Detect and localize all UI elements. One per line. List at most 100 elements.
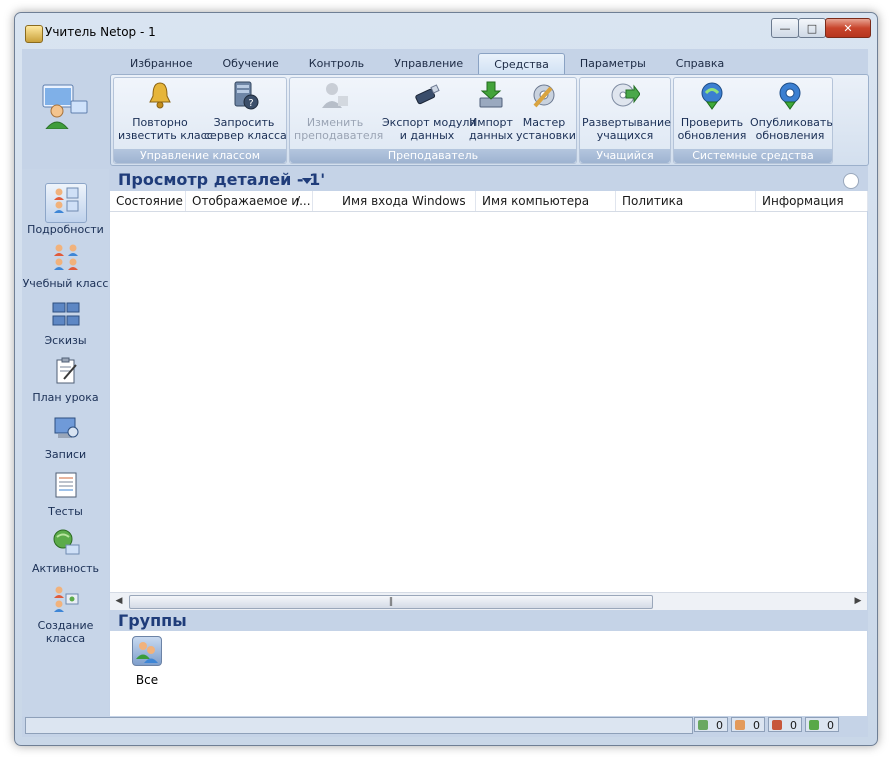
change-teacher-line2: преподавателя — [294, 129, 384, 142]
deploy-students-button[interactable]: Развертывание учащихся — [582, 80, 671, 142]
sidebar-item-details[interactable]: Подробности — [22, 183, 109, 236]
tab-tools[interactable]: Средства — [478, 53, 565, 76]
group-label-teacher: Преподаватель — [290, 149, 576, 163]
status-bar: 0 0 0 0 — [22, 716, 868, 734]
tab-favorites[interactable]: Избранное — [115, 53, 207, 75]
renotify-line1: Повторно — [132, 116, 188, 129]
column-display-name[interactable]: Отображаемое и... / — [186, 191, 313, 211]
sort-indicator-icon: / — [295, 194, 300, 208]
tab-help[interactable]: Справка — [661, 53, 739, 75]
import-data-button[interactable]: Импорт данных — [468, 80, 514, 142]
query-server-line2: сервер класса — [204, 129, 287, 142]
close-button[interactable]: ✕ — [825, 18, 871, 38]
minimize-button[interactable]: — — [771, 18, 799, 38]
check-updates-line2: обновления — [677, 129, 747, 142]
main-panel: Просмотр деталей - 1' Состояние Отобража… — [110, 169, 868, 725]
deploy-students-line1: Развертывание — [582, 116, 671, 129]
raised-hand-icon — [772, 720, 782, 730]
group-label-system-tools: Системные средства — [674, 149, 832, 163]
check-updates-line1: Проверить — [680, 116, 744, 129]
sidebar-label-lesson-plan: План урока — [32, 391, 99, 404]
publish-updates-button[interactable]: Опубликовать обновления — [750, 80, 833, 142]
svg-text:?: ? — [248, 98, 253, 109]
netop-app-icon — [25, 25, 43, 43]
deploy-students-line2: учащихся — [596, 129, 654, 142]
setup-wizard-line1: Мастер — [522, 116, 566, 129]
recordings-icon — [54, 417, 78, 438]
students-icon — [735, 720, 745, 730]
renotify-line2: известить класс — [118, 129, 213, 142]
renotify-class-button[interactable]: Повторно известить класс — [118, 80, 213, 142]
setup-wizard-button[interactable]: Мастер установки — [516, 80, 576, 142]
sidebar-item-tests[interactable]: Тесты — [22, 471, 109, 518]
group-label-all: Все — [135, 673, 159, 687]
view-dropdown-icon[interactable] — [302, 178, 312, 184]
sidebar-label-classroom: Учебный класс — [22, 277, 109, 290]
client-area: Избранное Обучение Контроль Управление С… — [22, 49, 869, 737]
sidebar-item-create-class[interactable]: Создание класса — [22, 585, 109, 645]
column-header-row: Состояние Отображаемое и... / Имя входа … — [110, 191, 868, 212]
setup-wizard-line2: установки — [516, 129, 576, 142]
sidebar-item-lesson-plan[interactable]: План урока — [22, 357, 109, 404]
details-icon — [53, 187, 78, 213]
sidebar-item-thumbnails[interactable]: Эскизы — [22, 300, 109, 347]
scrollbar-thumb[interactable]: ‖ — [129, 595, 653, 609]
deploy-disc-icon — [611, 83, 641, 107]
sidebar-label-activity: Активность — [31, 562, 100, 575]
change-teacher-icon — [322, 83, 348, 108]
group-label-class-management: Управление классом — [114, 149, 286, 163]
status-text-area — [25, 717, 693, 734]
query-class-server-button[interactable]: ? Запросить сервер класса — [204, 80, 287, 142]
maximize-button[interactable]: □ — [798, 18, 826, 38]
ribbon-group-class-management: Повторно известить класс ? Запросить сер… — [113, 77, 287, 164]
change-teacher-button[interactable]: Изменить преподавателя — [294, 80, 384, 142]
column-windows-login[interactable]: Имя входа Windows — [336, 191, 476, 211]
horizontal-scrollbar[interactable]: ◀ ‖ ▶ — [110, 592, 867, 610]
sidebar-label-create-class: Создание класса — [37, 619, 94, 645]
title-bar[interactable]: Учитель Netop - 1 — □ ✕ — [15, 13, 877, 49]
status-count-active-value: 0 — [827, 719, 834, 732]
tab-control[interactable]: Контроль — [294, 53, 379, 75]
export-usb-icon — [415, 84, 440, 105]
thumbnails-icon — [52, 302, 79, 326]
group-label-student: Учащийся — [580, 149, 670, 163]
check-updates-icon — [701, 82, 723, 110]
sidebar-item-activity[interactable]: Активность — [22, 528, 109, 575]
query-server-line1: Запросить — [213, 116, 275, 129]
tab-training[interactable]: Обучение — [207, 53, 293, 75]
check-updates-button[interactable]: Проверить обновления — [676, 80, 748, 142]
server-query-icon: ? — [234, 81, 259, 110]
groups-header: Группы — [110, 610, 867, 631]
bell-icon — [149, 82, 171, 109]
column-computer-name[interactable]: Имя компьютера — [476, 191, 616, 211]
status-count-present-value: 0 — [716, 719, 723, 732]
export-module-button[interactable]: Экспорт модуля и данных — [382, 80, 476, 142]
teacher-logo-icon — [42, 84, 88, 129]
import-data-line2: данных — [469, 129, 513, 142]
publish-updates-line2: обновления — [755, 129, 825, 142]
ribbon-group-teacher: Изменить преподавателя Экспорт модуля и … — [289, 77, 577, 164]
sidebar-item-classroom[interactable]: Учебный класс — [22, 243, 109, 290]
logo-area — [22, 49, 109, 167]
column-info[interactable]: Информация — [756, 191, 868, 211]
tab-settings[interactable]: Параметры — [565, 53, 661, 75]
import-data-line1: Импорт — [469, 116, 513, 129]
status-count-hand-value: 0 — [790, 719, 797, 732]
group-item-all[interactable]: Все — [130, 636, 164, 687]
tab-management[interactable]: Управление — [379, 53, 478, 75]
scroll-right-arrow-icon[interactable]: ▶ — [850, 595, 866, 607]
publish-updates-line1: Опубликовать — [750, 116, 833, 129]
column-status[interactable]: Состояние — [110, 191, 186, 211]
scroll-left-arrow-icon[interactable]: ◀ — [111, 595, 127, 607]
column-display-name-label: Отображаемое и... — [192, 194, 311, 208]
present-students-icon — [698, 720, 708, 730]
column-policy[interactable]: Политика — [616, 191, 756, 211]
sidebar-item-recordings[interactable]: Записи — [22, 414, 109, 461]
all-group-icon — [132, 636, 162, 666]
pie-clock-icon[interactable] — [843, 173, 859, 189]
export-module-line2: и данных — [399, 129, 455, 142]
sidebar-label-thumbnails: Эскизы — [44, 334, 87, 347]
ribbon-tabs: Избранное Обучение Контроль Управление С… — [115, 53, 739, 76]
change-teacher-line1: Изменить — [306, 116, 364, 129]
activity-icon — [53, 529, 79, 555]
